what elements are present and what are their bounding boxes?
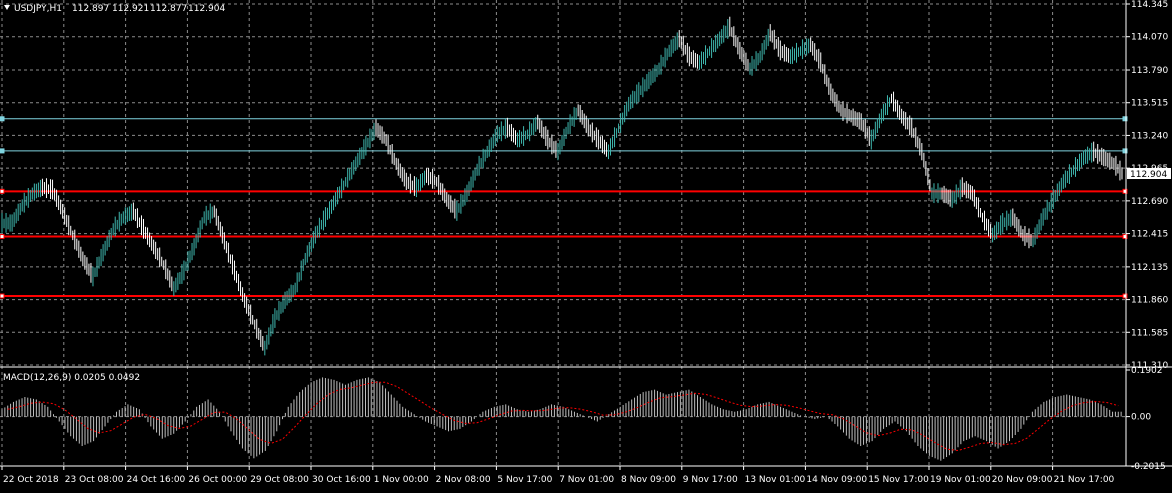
time-tick-label: 30 Oct 16:00 [312, 475, 371, 485]
time-tick-label: 21 Nov 17:00 [1054, 475, 1115, 485]
price-tick-label: 112.690 [1131, 197, 1168, 207]
level-anchor-left[interactable] [0, 234, 5, 240]
chart-canvas[interactable]: 114.345 114.070 113.790 113.515 113.240 112.9… [0, 0, 1172, 489]
current-price-label: 112.904 [1130, 170, 1167, 180]
high-value: 112.921 [112, 4, 149, 14]
time-tick-label: 8 Nov 09:00 [621, 475, 676, 485]
time-tick-label: 13 Nov 01:00 [745, 475, 806, 485]
chart-window: 114.345 114.070 113.790 113.515 113.240 112.9… [0, 0, 1172, 489]
open-value: 112.897 [72, 4, 109, 14]
time-tick-label: 2 Nov 08:00 [436, 475, 491, 485]
time-tick-label: 22 Oct 2018 [3, 475, 59, 485]
level-anchor-left[interactable] [0, 188, 5, 194]
macd-tick-label: -0.2015 [1131, 462, 1166, 472]
time-tick-label: 14 Nov 09:00 [806, 475, 867, 485]
symbol-label: USDJPY,H1 [14, 4, 62, 14]
price-tick-label: 113.790 [1131, 66, 1168, 76]
price-tick-label: 111.860 [1131, 296, 1168, 306]
low-value: 112.877 [150, 4, 187, 14]
level-anchor-left[interactable] [0, 116, 5, 122]
time-tick-label: 20 Nov 09:00 [992, 475, 1053, 485]
macd-tick-label: 0.00 [1131, 413, 1151, 423]
time-tick-label: 23 Oct 08:00 [65, 475, 124, 485]
time-tick-label: 9 Nov 17:00 [683, 475, 738, 485]
time-tick-label: 1 Nov 00:00 [374, 475, 429, 485]
chart-background [0, 0, 1172, 489]
macd-title: MACD(12,26,9) 0.0205 0.0492 [3, 373, 140, 383]
time-tick-label: 19 Nov 01:00 [930, 475, 991, 485]
time-tick-label: 5 Nov 17:00 [497, 475, 552, 485]
price-tick-label: 111.585 [1131, 328, 1168, 338]
time-tick-label: 26 Oct 00:00 [188, 475, 247, 485]
time-tick-label: 7 Nov 01:00 [559, 475, 614, 485]
price-tick-label: 113.240 [1131, 131, 1168, 141]
level-anchor-left[interactable] [0, 148, 5, 154]
price-tick-label: 112.135 [1131, 263, 1168, 273]
price-tick-label: 113.515 [1131, 99, 1168, 109]
close-value: 112.904 [188, 4, 225, 14]
time-tick-label: 24 Oct 16:00 [127, 475, 186, 485]
price-tick-label: 112.415 [1131, 230, 1168, 240]
price-tick-label: 114.345 [1131, 0, 1168, 10]
time-tick-label: 15 Nov 17:00 [868, 475, 929, 485]
macd-tick-label: 0.1902 [1131, 366, 1163, 376]
price-tick-label: 114.070 [1131, 33, 1168, 43]
time-tick-label: 29 Oct 08:00 [250, 475, 309, 485]
level-anchor-left[interactable] [0, 293, 5, 299]
